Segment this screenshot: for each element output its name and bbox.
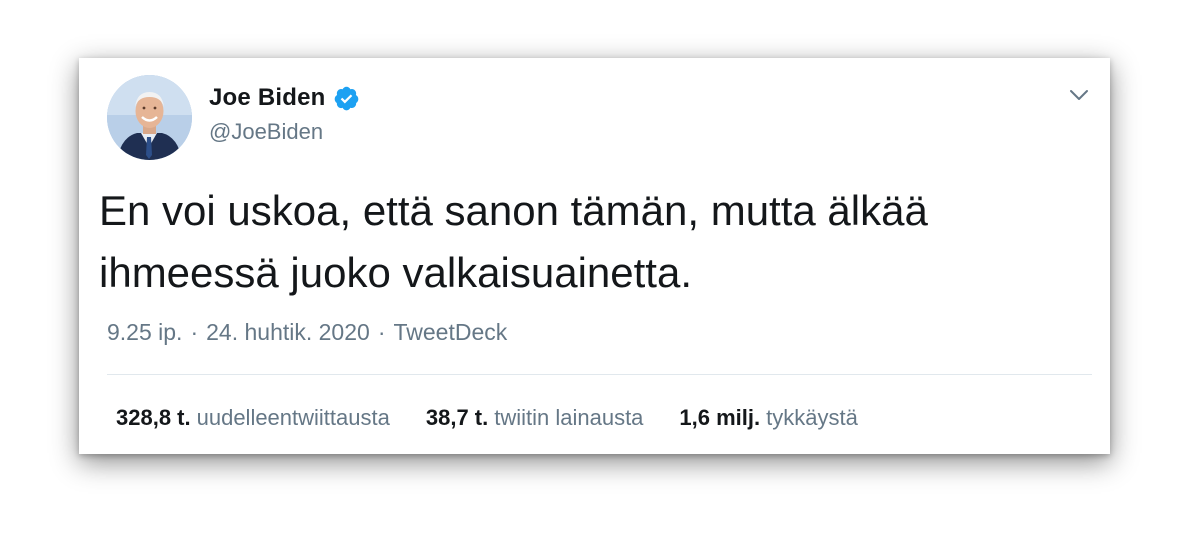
retweets-label: uudelleentwiittausta: [196, 405, 390, 430]
avatar[interactable]: [107, 75, 192, 160]
quotes-label: twiitin lainausta: [494, 405, 644, 430]
tweet-date[interactable]: 24. huhtik. 2020: [206, 319, 370, 345]
quotes-count: 38,7 t.: [425, 405, 489, 430]
avatar-image: [107, 75, 192, 160]
author-name-row[interactable]: Joe Biden: [209, 84, 360, 112]
author-handle[interactable]: @JoeBiden: [209, 119, 323, 145]
tweet-text: En voi uskoa, että sanon tämän, mutta äl…: [99, 187, 928, 296]
tweet-source[interactable]: TweetDeck: [393, 319, 507, 345]
tweet-time[interactable]: 9.25 ip.: [107, 319, 182, 345]
chevron-down-icon[interactable]: [1068, 84, 1090, 106]
quotes-stat[interactable]: 38,7 t. twiitin lainausta: [426, 405, 644, 431]
retweets-count: 328,8 t.: [116, 405, 191, 430]
divider: [107, 374, 1092, 375]
likes-label: tykkäystä: [766, 405, 858, 430]
likes-count: 1,6 milj.: [679, 405, 761, 430]
author-display-name[interactable]: Joe Biden: [209, 84, 326, 112]
tweet-card: Joe Biden @JoeBiden En voi uskoa, että s…: [79, 58, 1110, 454]
likes-stat[interactable]: 1,6 milj. tykkäystä: [679, 405, 857, 431]
meta-separator: ·: [377, 319, 386, 345]
tweet-meta: 9.25 ip. · 24. huhtik. 2020 · TweetDeck: [107, 319, 507, 346]
verified-badge-icon: [333, 85, 360, 112]
tweet-stats: 328,8 t. uudelleentwiittausta 38,7 t. twii…: [116, 405, 894, 431]
retweets-stat[interactable]: 328,8 t. uudelleentwiittausta: [116, 405, 390, 431]
meta-separator: ·: [190, 319, 199, 345]
